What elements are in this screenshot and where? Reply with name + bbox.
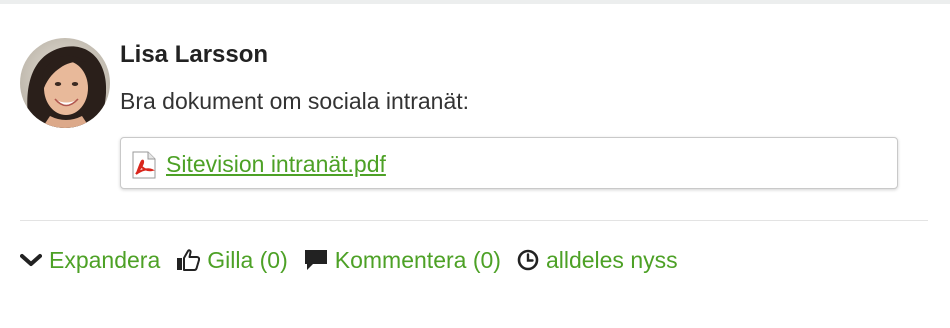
top-divider <box>0 0 950 4</box>
post-text: Bra dokument om sociala intranät: <box>120 88 470 114</box>
expand-label: Expandera <box>49 247 161 273</box>
attachment-link[interactable]: Sitevision intranät.pdf <box>166 149 386 179</box>
divider <box>20 220 928 221</box>
timestamp-label: alldeles nyss <box>545 247 678 273</box>
chevron-down-icon <box>20 252 42 268</box>
clock-icon <box>517 249 539 271</box>
timestamp: alldeles nyss <box>517 245 678 275</box>
author-name[interactable]: Lisa Larsson <box>120 40 268 70</box>
like-button[interactable]: Gilla (0) <box>176 245 288 275</box>
avatar[interactable] <box>20 38 110 128</box>
avatar-image <box>20 38 110 128</box>
comment-icon <box>304 249 328 271</box>
comment-button[interactable]: Kommentera (0) <box>304 245 501 275</box>
post-card: Lisa Larsson Bra dokument om sociala int… <box>0 0 950 328</box>
attachment-box: Sitevision intranät.pdf <box>120 137 898 189</box>
pdf-file-icon <box>131 151 157 179</box>
like-label: Gilla (0) <box>207 247 288 273</box>
action-bar: Expandera Gilla (0) Kommentera (0) allde… <box>20 244 694 276</box>
expand-button[interactable]: Expandera <box>20 245 160 275</box>
thumbs-up-icon <box>176 249 201 271</box>
comment-label: Kommentera (0) <box>334 247 501 273</box>
